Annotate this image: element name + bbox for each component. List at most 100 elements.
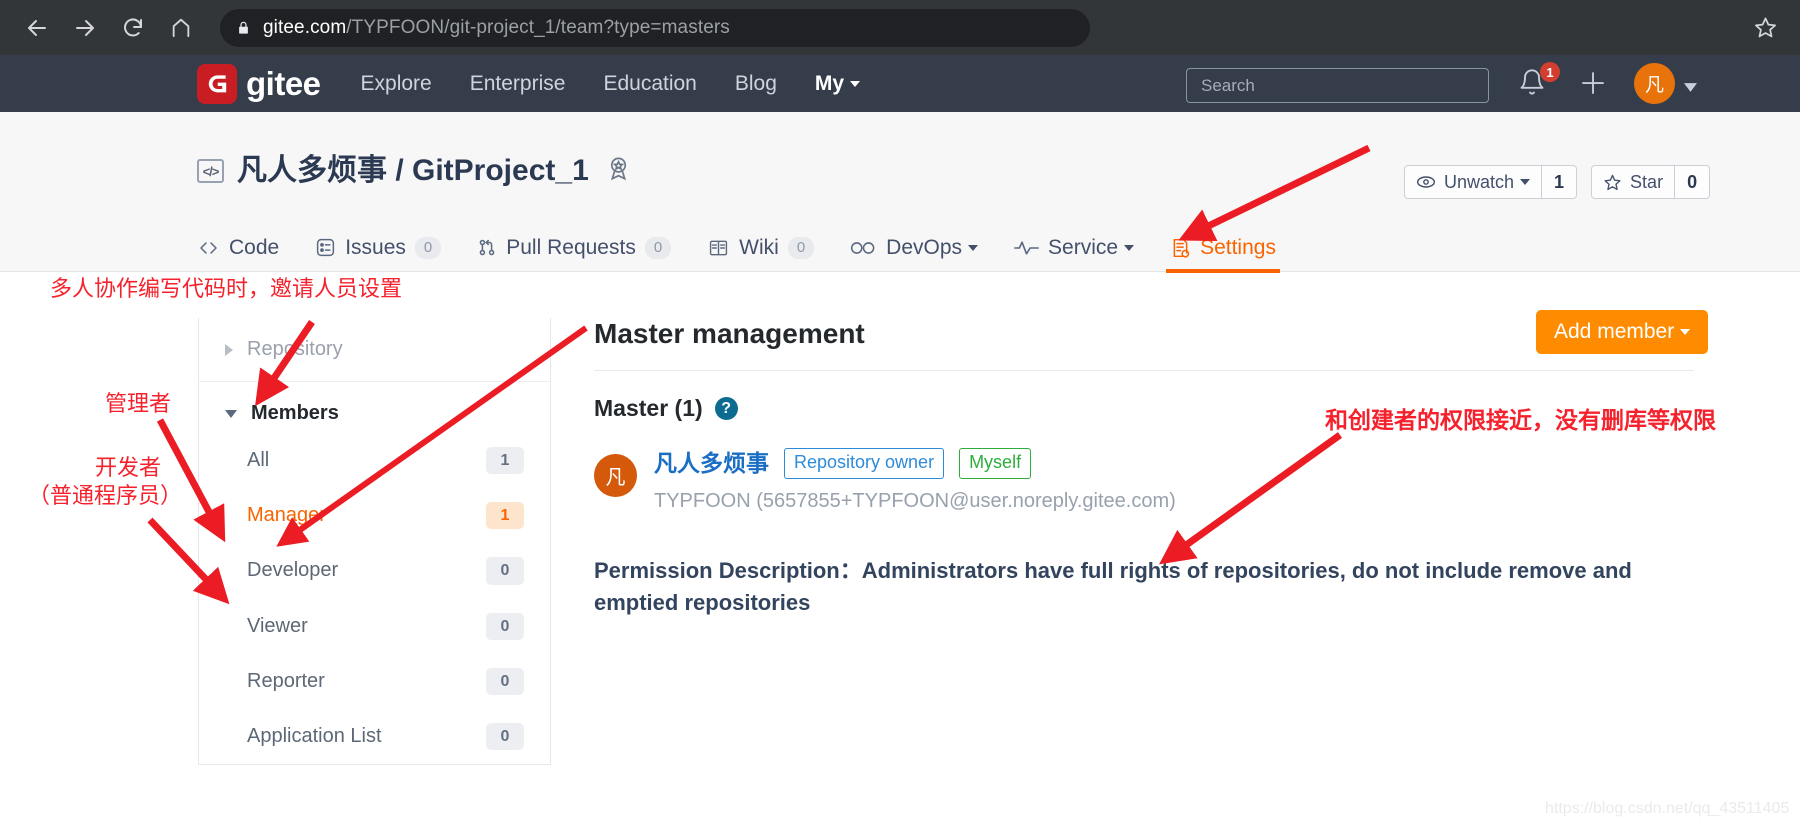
code-repo-icon: </> (197, 159, 224, 183)
main-header: Master management Add member (594, 310, 1709, 354)
issues-icon (315, 237, 336, 258)
plus-icon (1582, 72, 1604, 94)
main-title: Master management (594, 318, 865, 349)
nav-item-blog[interactable]: Blog (735, 73, 777, 94)
sidebar-section-repository[interactable]: Repository (199, 318, 550, 382)
sidebar-item-viewer[interactable]: Viewer 0 (199, 599, 550, 654)
sidebar-section-repository-label: Repository (247, 338, 343, 360)
user-menu-chevron-down-icon[interactable] (1684, 79, 1697, 97)
gitee-logo[interactable]: gitee (197, 63, 321, 104)
settings-sidebar: Repository Members All 1 Manager 1 Devel… (198, 318, 551, 766)
add-member-button[interactable]: Add member (1536, 310, 1709, 354)
star-button[interactable]: Star 0 (1591, 165, 1711, 199)
tab-wiki[interactable]: Wiki 0 (707, 225, 815, 272)
nav-item-explore[interactable]: Explore (361, 73, 432, 94)
browser-toolbar: gitee.com/TYPFOON/git-project_1/team?typ… (0, 0, 1800, 55)
sidebar-item-application-list[interactable]: Application List 0 (199, 709, 550, 764)
repo-tabs: Code Issues 0 Pull Requests 0 Wiki 0 Dev… (197, 225, 1312, 273)
annotation-developer: 开发者 (95, 456, 162, 481)
tab-issues-count: 0 (414, 236, 442, 259)
reload-icon[interactable] (114, 9, 152, 47)
notifications-button[interactable]: 1 (1518, 62, 1560, 102)
chevron-down-icon (225, 409, 237, 418)
gitee-logo-text: gitee (246, 65, 321, 102)
repo-title-text: 凡人多烦事 / GitProject_1 (237, 156, 589, 186)
sidebar-section-members[interactable]: Members (199, 382, 550, 433)
status-badge-myself: Myself (959, 448, 1032, 479)
star-icon (1604, 174, 1621, 190)
tab-code-label: Code (229, 235, 280, 259)
table-row: 凡 凡人多烦事 Repository owner Myself TYPFOON … (594, 448, 1694, 513)
help-circle-icon[interactable]: ? (714, 397, 738, 420)
watch-button[interactable]: Unwatch 1 (1404, 165, 1578, 199)
nav-item-education[interactable]: Education (603, 73, 696, 94)
pull-request-icon (477, 237, 497, 258)
sidebar-item-all-label: All (247, 449, 270, 472)
sidebar-item-developer[interactable]: Developer 0 (199, 543, 550, 598)
star-label-text: Star (1630, 171, 1664, 192)
address-bar[interactable]: gitee.com/TYPFOON/git-project_1/team?typ… (220, 8, 1090, 47)
gitee-logo-icon (197, 63, 237, 104)
tab-wiki-count: 0 (787, 236, 815, 259)
tab-issues-label: Issues (345, 235, 406, 259)
url-path: /TYPFOON/git-project_1/team?type=masters (346, 16, 730, 38)
tab-settings[interactable]: Settings (1166, 225, 1280, 273)
service-chevron-down-icon (1124, 244, 1135, 251)
eye-icon (1416, 176, 1436, 188)
sidebar-item-all[interactable]: All 1 (199, 433, 550, 488)
repo-actions: Unwatch 1 Star 0 (1404, 165, 1711, 199)
member-name[interactable]: 凡人多烦事 (654, 451, 769, 475)
nav-item-enterprise[interactable]: Enterprise (470, 73, 566, 94)
repo-title-separator: / (387, 154, 413, 187)
tab-service[interactable]: Service (1014, 225, 1135, 272)
tab-devops-label: DevOps (886, 235, 963, 259)
lock-icon (236, 19, 251, 37)
code-icon (197, 238, 220, 258)
nav-item-my-label: My (814, 72, 845, 95)
notification-badge: 1 (1540, 62, 1560, 82)
sidebar-item-reporter[interactable]: Reporter 0 (199, 654, 550, 709)
sidebar-item-reporter-count: 0 (486, 667, 524, 695)
tab-code[interactable]: Code (197, 225, 279, 272)
divider (594, 370, 1694, 371)
badge-medal-icon (605, 155, 632, 187)
create-new-button[interactable] (1578, 68, 1612, 102)
annotation-developer-sub: （普通程序员） (28, 484, 183, 509)
member-email: TYPFOON (5657855+TYPFOON@user.noreply.gi… (654, 489, 1176, 512)
permission-description: Permission Description：Administrators ha… (594, 557, 1632, 615)
nav-item-my[interactable]: My (814, 72, 861, 95)
sidebar-item-viewer-label: Viewer (247, 614, 308, 637)
annotation-collab: 多人协作编写代码时，邀请人员设置 (50, 277, 403, 302)
star-count: 0 (1674, 166, 1709, 198)
user-avatar[interactable]: 凡 (1634, 63, 1675, 104)
sidebar-item-reporter-label: Reporter (247, 669, 325, 692)
search-input[interactable] (1199, 74, 1488, 97)
avatar[interactable]: 凡 (594, 454, 637, 497)
devops-chevron-down-icon (968, 244, 979, 251)
url-text: gitee.com/TYPFOON/git-project_1/team?typ… (263, 17, 730, 39)
back-arrow-icon[interactable] (18, 9, 56, 47)
repo-owner[interactable]: 凡人多烦事 (237, 154, 387, 187)
watch-chevron-down-icon (1520, 179, 1531, 185)
tab-pull-requests[interactable]: Pull Requests 0 (477, 225, 672, 272)
sidebar-item-manager[interactable]: Manager 1 (199, 488, 550, 543)
sidebar-item-manager-label: Manager (247, 504, 326, 527)
search-box[interactable] (1186, 68, 1489, 103)
bookmark-star-icon[interactable] (1748, 10, 1782, 44)
tab-wiki-label: Wiki (739, 235, 779, 259)
tab-pull-requests-label: Pull Requests (506, 235, 636, 259)
add-member-label: Add member (1554, 320, 1675, 343)
star-button-label: Star (1592, 172, 1674, 193)
annotation-permission: 和创建者的权限接近，没有删库等权限 (1325, 408, 1716, 434)
watermark: https://blog.csdn.net/qq_43511405 (1545, 800, 1790, 817)
tab-settings-label: Settings (1200, 235, 1276, 259)
forward-arrow-icon[interactable] (66, 9, 104, 47)
settings-icon (1170, 237, 1191, 259)
tab-devops[interactable]: DevOps (850, 225, 979, 272)
repo-name[interactable]: GitProject_1 (412, 154, 589, 187)
service-icon (1014, 239, 1039, 257)
member-name-line: 凡人多烦事 Repository owner Myself (654, 448, 1176, 479)
home-icon[interactable] (162, 9, 200, 47)
watch-label-text: Unwatch (1444, 171, 1515, 192)
tab-issues[interactable]: Issues 0 (315, 225, 442, 272)
